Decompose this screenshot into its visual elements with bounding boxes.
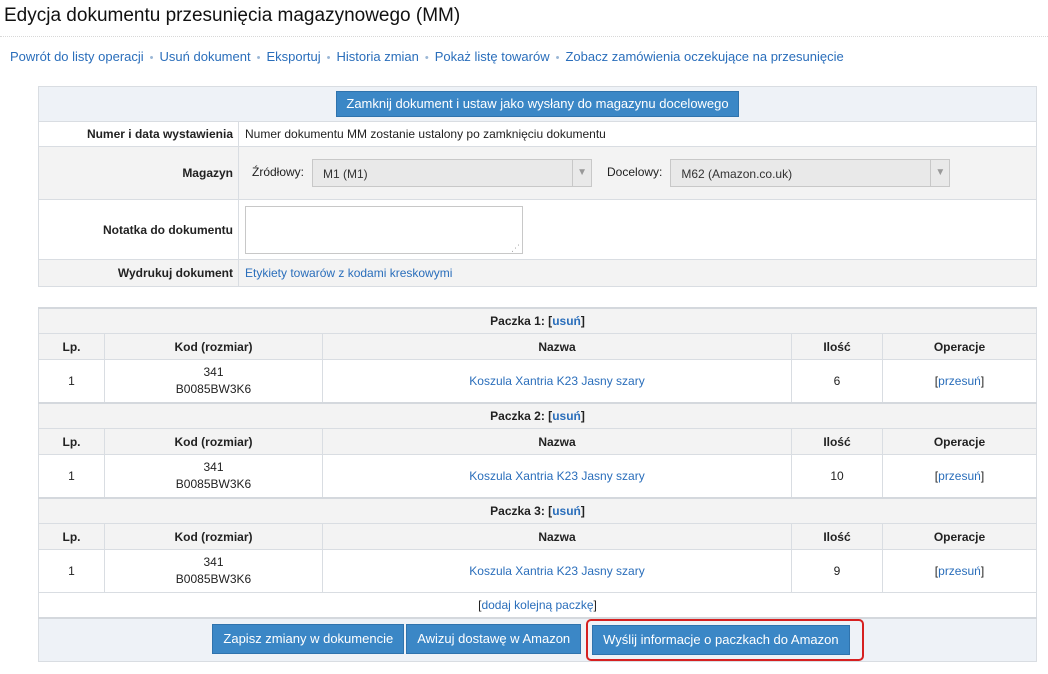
save-changes-button[interactable]: Zapisz zmiany w dokumencie: [212, 624, 405, 655]
item-ops-cell: [przesuń]: [882, 454, 1037, 499]
item-code: 341: [203, 365, 224, 379]
notify-delivery-button[interactable]: Awizuj dostawę w Amazon: [406, 624, 582, 655]
item-size: B0085BW3K6: [175, 572, 252, 586]
remove-package-link[interactable]: usuń: [552, 504, 581, 518]
actions-bar: Zapisz zmiany w dokumencie Awizuj dostawę…: [38, 617, 1037, 662]
item-ops-cell: [przesuń]: [882, 359, 1037, 404]
nav-delete-document[interactable]: Usuń dokument: [160, 49, 251, 64]
table-row: 1 341 B0085BW3K6 Koszula Xantria K23 Jasn…: [38, 549, 1037, 593]
target-warehouse-value: M62 (Amazon.co.uk): [681, 167, 793, 181]
source-warehouse-select[interactable]: M1 (M1) ▼: [312, 159, 593, 187]
remove-package-link[interactable]: usuń: [552, 409, 581, 423]
table-row: 1 341 B0085BW3K6 Koszula Xantria K23 Jasn…: [38, 454, 1037, 499]
note-textarea[interactable]: ⋰: [245, 205, 523, 254]
title-divider: [0, 36, 1048, 37]
package-header: Paczka 1: [usuń]: [38, 307, 1037, 334]
document-form: Zamknij dokument i ustaw jako wysłany do…: [38, 86, 1037, 287]
col-qty: Ilość: [791, 523, 883, 550]
chevron-down-icon: ▼: [572, 160, 592, 186]
col-name: Nazwa: [322, 523, 792, 550]
item-name-cell: Koszula Xantria K23 Jasny szary: [322, 359, 792, 404]
item-code-cell: 341 B0085BW3K6: [104, 359, 323, 404]
add-package-link[interactable]: dodaj kolejną paczkę: [481, 598, 593, 612]
item-name-cell: Koszula Xantria K23 Jasny szary: [322, 454, 792, 499]
warehouse-label: Magazyn: [38, 146, 239, 200]
operations-nav: Powrót do listy operacji • Usuń dokument • E…: [10, 49, 844, 64]
nav-export[interactable]: Eksportuj: [266, 49, 320, 64]
target-warehouse-select[interactable]: M62 (Amazon.co.uk) ▼: [670, 159, 951, 187]
move-item-link[interactable]: przesuń: [938, 374, 981, 388]
move-item-link[interactable]: przesuń: [938, 469, 981, 483]
item-name-link[interactable]: Koszula Xantria K23 Jasny szary: [469, 469, 644, 483]
page-title: Edycja dokumentu przesunięcia magazynowe…: [4, 5, 461, 26]
col-lp: Lp.: [38, 333, 105, 360]
item-size: B0085BW3K6: [175, 477, 252, 491]
col-ops: Operacje: [882, 333, 1037, 360]
package-header: Paczka 2: [usuń]: [38, 402, 1037, 429]
source-label: Źródłowy:: [252, 165, 305, 180]
col-lp: Lp.: [38, 523, 105, 550]
col-name: Nazwa: [322, 333, 792, 360]
move-item-link[interactable]: przesuń: [938, 564, 981, 578]
number-label: Numer i data wystawienia: [38, 121, 239, 147]
col-qty: Ilość: [791, 333, 883, 360]
item-qty: 6: [791, 359, 883, 404]
col-ops: Operacje: [882, 523, 1037, 550]
nav-pending-orders[interactable]: Zobacz zamówienia oczekujące na przesuni…: [565, 49, 843, 64]
nav-back-to-list[interactable]: Powrót do listy operacji: [10, 49, 144, 64]
nav-separator: •: [326, 52, 331, 64]
item-qty: 9: [791, 549, 883, 593]
nav-separator: •: [555, 52, 560, 64]
add-package-cell: [dodaj kolejną paczkę]: [38, 592, 1037, 619]
package-title: Paczka 2:: [490, 409, 545, 423]
col-code: Kod (rozmiar): [104, 428, 323, 455]
item-lp: 1: [38, 454, 105, 499]
packages-table: Paczka 1: [usuń] Lp. Kod (rozmiar) Nazwa…: [38, 307, 1037, 662]
table-row: 1 341 B0085BW3K6 Koszula Xantria K23 Jasn…: [38, 359, 1037, 404]
item-name-link[interactable]: Koszula Xantria K23 Jasny szary: [469, 564, 644, 578]
item-qty: 10: [791, 454, 883, 499]
col-lp: Lp.: [38, 428, 105, 455]
nav-separator: •: [149, 52, 154, 64]
number-value: Numer dokumentu MM zostanie ustalony po …: [238, 121, 1037, 147]
col-code: Kod (rozmiar): [104, 523, 323, 550]
item-code: 341: [203, 460, 224, 474]
close-document-button[interactable]: Zamknij dokument i ustaw jako wysłany do…: [336, 91, 739, 117]
item-code-cell: 341 B0085BW3K6: [104, 454, 323, 499]
package-title: Paczka 3:: [490, 504, 545, 518]
highlight-box: Wyślij informacje o paczkach do Amazon: [586, 619, 864, 661]
item-code-cell: 341 B0085BW3K6: [104, 549, 323, 593]
form-header: Zamknij dokument i ustaw jako wysłany do…: [38, 86, 1037, 122]
resize-grip-icon[interactable]: ⋰: [511, 243, 520, 253]
nav-change-history[interactable]: Historia zmian: [337, 49, 419, 64]
note-cell: ⋰: [238, 199, 1037, 260]
chevron-down-icon: ▼: [930, 160, 950, 186]
col-qty: Ilość: [791, 428, 883, 455]
item-ops-cell: [przesuń]: [882, 549, 1037, 593]
item-name-link[interactable]: Koszula Xantria K23 Jasny szary: [469, 374, 644, 388]
item-name-cell: Koszula Xantria K23 Jasny szary: [322, 549, 792, 593]
package-header: Paczka 3: [usuń]: [38, 497, 1037, 524]
send-packages-to-amazon-button[interactable]: Wyślij informacje o paczkach do Amazon: [592, 625, 850, 655]
col-code: Kod (rozmiar): [104, 333, 323, 360]
print-barcode-labels-link[interactable]: Etykiety towarów z kodami kreskowymi: [245, 266, 452, 280]
item-lp: 1: [38, 359, 105, 404]
print-cell: Etykiety towarów z kodami kreskowymi: [238, 259, 1037, 287]
target-label: Docelowy:: [607, 165, 663, 180]
col-ops: Operacje: [882, 428, 1037, 455]
nav-separator: •: [256, 52, 261, 64]
remove-package-link[interactable]: usuń: [552, 314, 581, 328]
nav-separator: •: [424, 52, 429, 64]
source-warehouse-value: M1 (M1): [323, 167, 368, 181]
note-label: Notatka do dokumentu: [38, 199, 239, 260]
package-title: Paczka 1:: [490, 314, 545, 328]
item-lp: 1: [38, 549, 105, 593]
warehouse-selectors: Źródłowy: M1 (M1) ▼ Docelowy: M62 (Amazon.co…: [238, 146, 1037, 200]
item-size: B0085BW3K6: [175, 382, 252, 396]
item-code: 341: [203, 555, 224, 569]
print-label: Wydrukuj dokument: [38, 259, 239, 287]
nav-show-products[interactable]: Pokaż listę towarów: [435, 49, 550, 64]
col-name: Nazwa: [322, 428, 792, 455]
